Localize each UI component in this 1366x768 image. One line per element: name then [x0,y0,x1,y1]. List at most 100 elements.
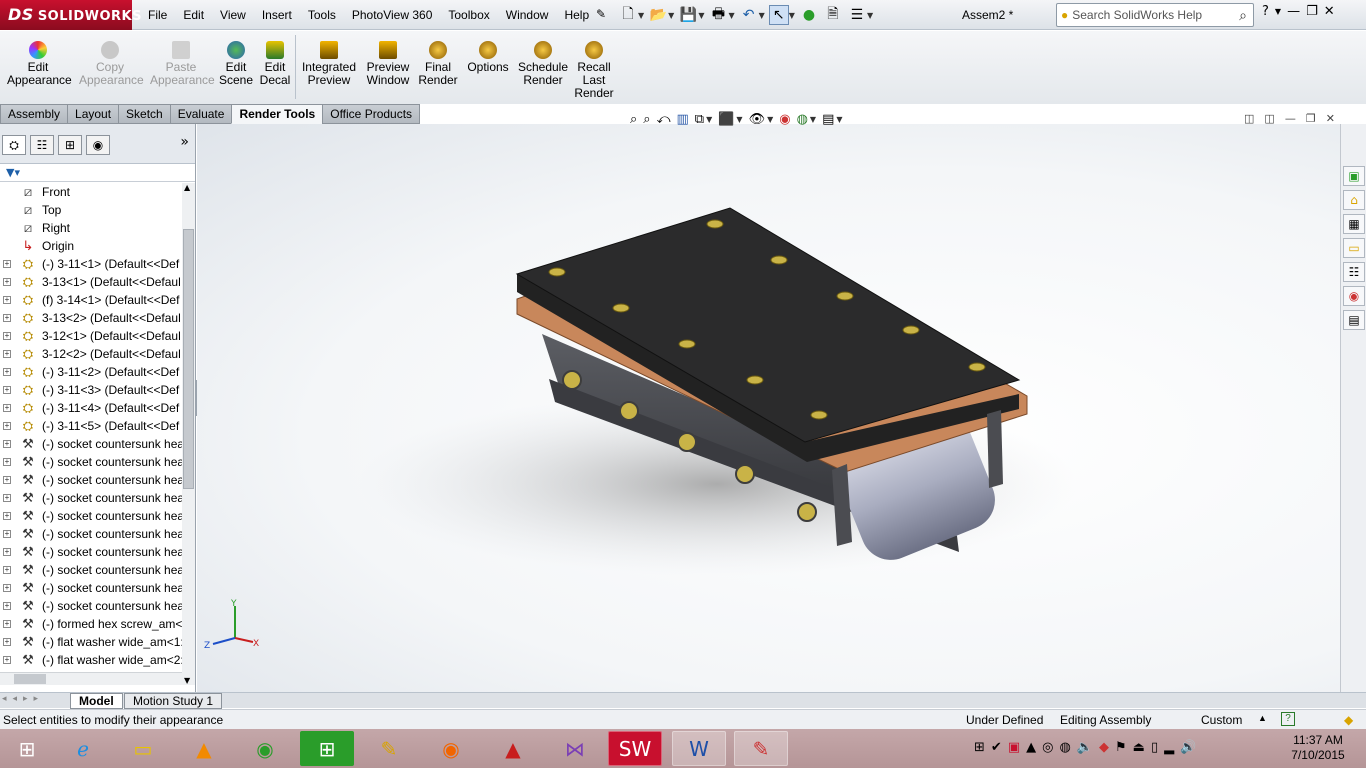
firefox-icon[interactable]: ◉ [424,731,478,766]
solidworks-icon[interactable]: SW [608,731,662,766]
tree-item-plane[interactable]: ⧄ Right [0,219,182,237]
assembly-model-render[interactable] [197,124,1340,692]
expand-toggle-icon[interactable]: + [3,476,11,484]
expand-toggle-icon[interactable]: + [3,494,11,502]
print-dropdown-icon[interactable]: ▼ [728,11,734,20]
options-button[interactable]: Options [464,41,512,74]
tree-item-screw[interactable]: + ⚒ (-) socket countersunk hea [0,435,182,453]
edit-appearance-view-icon[interactable]: ◉ [779,112,790,127]
vlc-icon[interactable]: ▲ [177,731,231,766]
expand-toggle-icon[interactable]: + [3,368,11,376]
tray-speaker-icon[interactable]: 🔊 [1180,740,1196,755]
tray-usb-icon[interactable]: ⏏ [1133,740,1145,755]
integrated-preview-button[interactable]: Integrated Preview [300,41,358,87]
chrome-icon[interactable]: ◉ [238,731,292,766]
tab-evaluate[interactable]: Evaluate [169,104,233,124]
tray-signal-icon[interactable]: ▂ [1164,740,1174,755]
undo-dropdown-icon[interactable]: ▼ [759,11,765,20]
tab-scroll-arrows-icon[interactable]: ◂◂▸▸ [2,694,44,704]
edit-decal-button[interactable]: Edit Decal [258,41,292,87]
menu-toolbox[interactable]: Toolbox [440,0,497,30]
tray-flag-icon[interactable]: ⚑ [1115,740,1127,755]
tab-assembly[interactable]: Assembly [0,104,69,124]
new-dropdown-icon[interactable]: ▼ [638,11,644,20]
tray-windows-icon[interactable]: ⊞ [974,740,985,755]
file-properties-icon[interactable]: 🗎 [823,5,843,25]
hscroll-thumb[interactable] [14,674,46,684]
split-vertical-icon[interactable]: ◫ [1264,112,1274,125]
expand-toggle-icon[interactable]: + [3,530,11,538]
undo-icon[interactable]: ↶ [739,5,759,25]
expand-toggle-icon[interactable]: + [3,404,11,412]
save-icon[interactable]: 💾 [678,5,698,25]
expand-toggle-icon[interactable]: + [3,458,11,466]
property-manager-tab-icon[interactable]: ☷ [30,135,54,155]
save-dropdown-icon[interactable]: ▼ [698,11,704,20]
tab-sketch[interactable]: Sketch [118,104,171,124]
minimize-icon[interactable]: — [1287,4,1300,20]
edit-appearance-button[interactable]: Edit Appearance [6,41,72,87]
tree-item-screw[interactable]: + ⚒ (-) socket countersunk hea [0,453,182,471]
word-icon[interactable]: W [672,731,726,766]
preview-window-button[interactable]: Preview Window [364,41,412,87]
menu-help[interactable]: Help [556,0,597,30]
expand-toggle-icon[interactable]: + [3,620,11,628]
help-dropdown-icon[interactable]: ▼ [1275,4,1281,20]
home-icon[interactable]: ⌂ [1343,190,1365,210]
menu-file[interactable]: File [140,0,175,30]
final-render-button[interactable]: Final Render [418,41,458,87]
tab-model[interactable]: Model [70,693,123,709]
display-manager-tab-icon[interactable]: ◉ [86,135,110,155]
tree-item-screw[interactable]: + ⚒ (-) socket countersunk hea [0,507,182,525]
tree-item-part[interactable]: + ⛭ 3-12<2> (Default<<Defaul [0,345,182,363]
zoom-to-area-icon[interactable]: ⌕ [643,112,650,127]
view-palette-icon[interactable]: ☷ [1343,262,1365,282]
tab-motion-study[interactable]: Motion Study 1 [124,693,223,709]
expand-toggle-icon[interactable]: + [3,548,11,556]
windows-start-icon[interactable]: ⊞ [0,731,54,766]
tray-network-icon[interactable]: ▲ [1026,740,1036,755]
tab-layout[interactable]: Layout [67,104,120,124]
unit-system-dropdown-icon[interactable]: ▲ [1258,713,1267,723]
display-style-dropdown-icon[interactable]: ▼ [736,115,742,124]
feature-tree-tab-icon[interactable]: ⛭ [2,135,26,155]
tree-item-plane[interactable]: ⧄ Front [0,183,182,201]
panel-expand-chevron-icon[interactable]: » [180,134,189,150]
tree-item-plane[interactable]: ⧄ Top [0,201,182,219]
acrobat-icon[interactable]: ▲ [486,731,540,766]
close-icon[interactable]: ✕ [1324,4,1335,20]
menu-photoview[interactable]: PhotoView 360 [344,0,441,30]
tray-app-icon[interactable]: ◍ [1059,740,1070,755]
expand-toggle-icon[interactable]: + [3,638,11,646]
display-style-icon[interactable]: ⬛ [718,112,734,127]
tree-item-part[interactable]: + ⛭ 3-13<2> (Default<<Defaul [0,309,182,327]
expand-toggle-icon[interactable]: + [3,584,11,592]
rebuild-notification-icon[interactable]: ◆ [1344,713,1353,727]
tree-item-part[interactable]: + ⛭ (-) 3-11<4> (Default<<Def [0,399,182,417]
menu-insert[interactable]: Insert [254,0,300,30]
tree-item-screw[interactable]: + ⚒ (-) socket countersunk hea [0,579,182,597]
hide-show-items-icon[interactable]: 👁 [749,112,766,127]
help-status-icon[interactable]: ? [1281,712,1295,726]
tree-item-screw[interactable]: + ⚒ (-) formed hex screw_am< [0,615,182,633]
tree-item-screw[interactable]: + ⚒ (-) socket countersunk hea [0,597,182,615]
pin-menu-icon[interactable]: ✎ [596,7,606,21]
expand-toggle-icon[interactable]: + [3,602,11,610]
viewport-minimize-icon[interactable]: — [1285,112,1296,125]
tree-item-part[interactable]: + ⛭ (-) 3-11<3> (Default<<Def [0,381,182,399]
viewport-restore-icon[interactable]: ❐ [1306,112,1316,125]
tree-item-part[interactable]: + ⛭ 3-13<1> (Default<<Defaul [0,273,182,291]
expand-toggle-icon[interactable]: + [3,566,11,574]
select-dropdown-icon[interactable]: ▼ [789,11,795,20]
expand-toggle-icon[interactable]: + [3,314,11,322]
open-dropdown-icon[interactable]: ▼ [668,11,674,20]
expand-toggle-icon[interactable]: + [3,386,11,394]
tree-item-part[interactable]: + ⛭ 3-12<1> (Default<<Defaul [0,327,182,345]
expand-toggle-icon[interactable]: + [3,440,11,448]
section-view-icon[interactable]: ▥ [676,112,688,127]
tree-item-screw[interactable]: + ⚒ (-) socket countersunk hea [0,525,182,543]
expand-toggle-icon[interactable]: + [3,512,11,520]
tree-filter-icon[interactable]: ▼▾ [0,164,195,182]
apply-scene-icon[interactable]: ◍ [797,112,808,127]
help-question-icon[interactable]: ? [1262,4,1269,20]
